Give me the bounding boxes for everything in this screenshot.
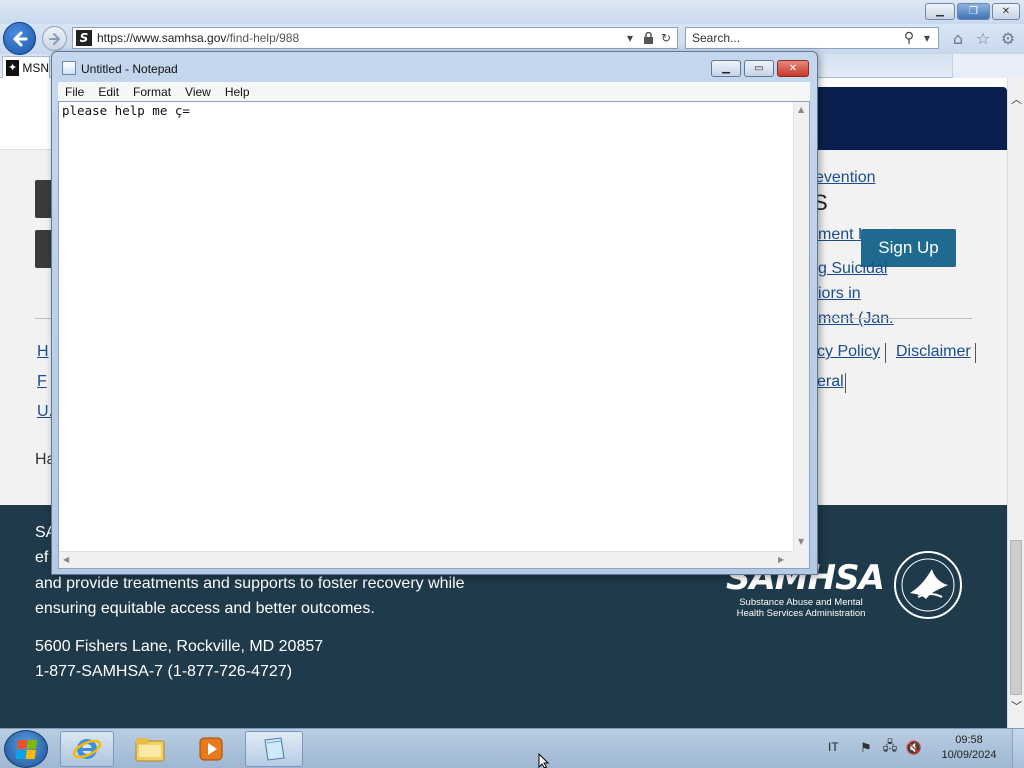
media-player-icon: [199, 737, 223, 761]
notepad-menu-bar: File Edit Format View Help: [58, 82, 810, 101]
footer-link-faq[interactable]: F: [37, 373, 47, 391]
notepad-icon: [264, 737, 285, 761]
notepad-scroll-up-icon[interactable]: ▲: [798, 105, 804, 114]
privacy-policy-link[interactable]: cy Policy: [817, 343, 880, 361]
notepad-title-bar[interactable]: Untitled - Notepad ▁ ▭ ✕: [52, 52, 817, 82]
prevention-link[interactable]: evention: [815, 169, 876, 187]
search-box[interactable]: ⚲ ▾: [685, 27, 939, 49]
mouse-cursor-icon: [538, 753, 550, 768]
home-icon[interactable]: ⌂: [948, 28, 968, 48]
suicidal-link-line-1[interactable]: g Suicidal: [818, 260, 887, 278]
footer-mission-line-4: ensuring equitable access and better out…: [35, 600, 375, 617]
action-center-flag-icon[interactable]: ⚑: [858, 740, 874, 756]
dropdown-arrow-icon[interactable]: ▾: [623, 30, 637, 46]
menu-help[interactable]: Help: [218, 85, 257, 99]
taskbar-internet-explorer[interactable]: [60, 731, 114, 767]
notepad-content[interactable]: please help me ç=: [62, 103, 190, 118]
taskbar-notepad[interactable]: [245, 731, 303, 767]
notepad-title: Untitled - Notepad: [81, 62, 178, 76]
notepad-maximize-button[interactable]: ▭: [744, 60, 774, 77]
notepad-close-button[interactable]: ✕: [777, 60, 809, 77]
notepad-app-icon[interactable]: [62, 61, 76, 75]
page-scrollbar[interactable]: ︿ ﹀: [1007, 78, 1024, 728]
notepad-vertical-scrollbar[interactable]: ▲ ▼: [793, 102, 809, 551]
notepad-scroll-down-icon[interactable]: ▼: [798, 537, 804, 546]
internet-explorer-icon: [72, 739, 102, 759]
suicidal-link-line-2[interactable]: iors in: [818, 285, 861, 303]
menu-edit[interactable]: Edit: [91, 85, 126, 99]
volume-muted-icon[interactable]: 🔇: [906, 740, 922, 756]
footer-mission-line-2: ef: [35, 549, 49, 566]
address-bar[interactable]: S https://www.samhsa.gov/find-help/988 ▾…: [72, 27, 678, 49]
lock-icon[interactable]: [641, 30, 655, 46]
back-button[interactable]: [3, 22, 36, 55]
show-desktop-button[interactable]: [1012, 729, 1024, 768]
menu-format[interactable]: Format: [126, 85, 178, 99]
notepad-horizontal-scrollbar[interactable]: ◀ ▶: [59, 551, 793, 568]
notepad-window: Untitled - Notepad ▁ ▭ ✕ File Edit Forma…: [51, 51, 818, 575]
taskbar-media-player[interactable]: [184, 731, 238, 767]
scroll-down-arrow-icon[interactable]: ﹀: [1008, 697, 1024, 714]
samhsa-favicon-icon: S: [76, 30, 92, 46]
link-separator: [975, 343, 976, 363]
new-tab-area[interactable]: [952, 54, 1024, 78]
browser-restore-button[interactable]: ❐: [957, 3, 990, 20]
search-dropdown-icon[interactable]: ▾: [920, 30, 934, 46]
footer-phone[interactable]: 1-877-SAMHSA-7 (1-877-726-4727): [35, 663, 292, 681]
taskbar-file-explorer[interactable]: [122, 731, 178, 767]
refresh-icon[interactable]: ↻: [659, 30, 673, 46]
url-text[interactable]: https://www.samhsa.gov/find-help/988: [97, 31, 623, 45]
disclaimer-link[interactable]: Disclaimer: [896, 343, 971, 361]
search-icon[interactable]: ⚲: [902, 30, 916, 46]
forward-button[interactable]: [42, 26, 67, 51]
start-button[interactable]: [4, 730, 48, 768]
settings-gear-icon[interactable]: ⚙: [998, 28, 1018, 48]
federal-link[interactable]: eral: [817, 373, 844, 391]
folder-icon: [135, 738, 165, 762]
language-indicator[interactable]: IT: [828, 740, 839, 754]
clock-time: 09:58: [955, 734, 983, 746]
footer-address: 5600 Fishers Lane, Rockville, MD 20857: [35, 638, 324, 655]
samhsa-logo-subtitle: Substance Abuse and Mental Health Servic…: [736, 597, 866, 619]
page-scroll-thumb[interactable]: [1010, 540, 1022, 695]
notepad-text-area[interactable]: please help me ç= ▲ ▼ ◀ ▶: [58, 101, 810, 569]
notepad-scroll-corner: [793, 551, 809, 568]
tab-msn[interactable]: ✦ MSN: [2, 56, 50, 78]
back-arrow-icon: [13, 31, 27, 46]
scroll-up-arrow-icon[interactable]: ︿: [1008, 90, 1024, 107]
clock-date: 10/09/2024: [941, 749, 997, 761]
footer-link-home[interactable]: H: [37, 343, 49, 361]
favorites-star-icon[interactable]: ☆: [973, 28, 993, 48]
forward-arrow-icon: [48, 32, 60, 45]
msn-favicon-icon: ✦: [6, 59, 20, 76]
notepad-minimize-button[interactable]: ▁: [711, 60, 741, 77]
link-separator: [885, 343, 886, 363]
link-separator: [845, 373, 846, 393]
windows-logo-icon: [15, 739, 37, 759]
notepad-scroll-right-icon[interactable]: ▶: [778, 555, 784, 564]
browser-title-bar: ▁ ❐ ✕: [0, 0, 1024, 24]
network-icon[interactable]: 🖧: [882, 739, 898, 756]
hhs-seal-icon[interactable]: [894, 551, 962, 619]
footer-mission-line-3: and provide treatments and supports to f…: [35, 575, 465, 592]
system-clock[interactable]: 09:58 10/09/2024: [934, 733, 1004, 763]
taskbar: IT ⚑ 🖧 🔇 09:58 10/09/2024: [0, 728, 1024, 768]
search-input[interactable]: [692, 29, 902, 47]
menu-file[interactable]: File: [58, 85, 91, 99]
notepad-scroll-left-icon[interactable]: ◀: [63, 555, 69, 564]
tab-msn-label: MSN: [22, 60, 49, 75]
browser-minimize-button[interactable]: ▁: [925, 3, 955, 20]
suicidal-link-line-3[interactable]: ment (Jan.: [818, 310, 894, 328]
browser-close-button[interactable]: ✕: [992, 3, 1020, 20]
menu-view[interactable]: View: [178, 85, 218, 99]
